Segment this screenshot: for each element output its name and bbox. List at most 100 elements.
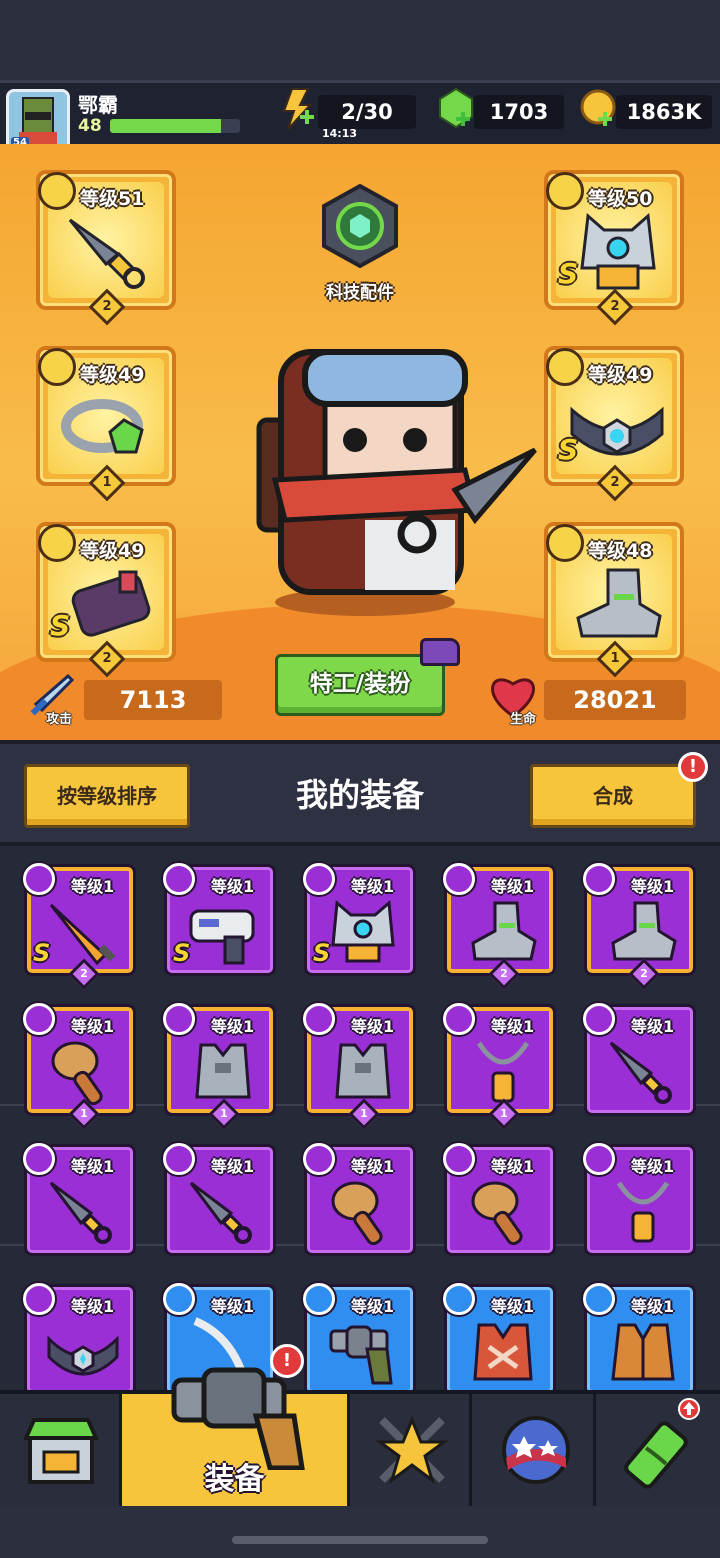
boots-type-icon	[546, 524, 584, 562]
attack-label: 攻击	[46, 712, 73, 727]
equipment-card[interactable]: 等级1	[23, 1143, 136, 1256]
hero-character	[256, 349, 537, 616]
equipment-card[interactable]: 等级1	[23, 1283, 136, 1390]
rarity-s-badge: S	[33, 939, 51, 967]
energy-timer: 14:13	[322, 127, 358, 140]
equipment-card[interactable]: 等级1	[583, 1143, 696, 1256]
slot-level: 等级51	[80, 188, 145, 210]
equipment-card[interactable]: 等级1 1	[163, 1003, 276, 1130]
item-type-icon	[23, 863, 55, 895]
item-type-icon	[23, 1143, 55, 1175]
coin-counter: 1863K	[616, 95, 712, 129]
rarity-s-badge: S	[558, 257, 579, 290]
equipment-card[interactable]: 等级1 1	[443, 1003, 556, 1130]
nav-lab[interactable]	[598, 1394, 720, 1506]
item-level: 等级1	[631, 1017, 675, 1036]
slot-belt[interactable]: 等级49 S 2	[544, 346, 684, 502]
slot-boots[interactable]: 等级48 1	[544, 522, 684, 678]
panel-title: 我的装备	[295, 776, 424, 814]
equipment-panel-header: 按等级排序 我的装备 合成 !	[0, 740, 720, 846]
star-swords-icon	[375, 1416, 449, 1484]
slot-level: 等级49	[80, 540, 145, 562]
item-type-icon	[163, 863, 195, 895]
kunai-icon	[49, 1181, 112, 1244]
drumstick-icon	[471, 1181, 523, 1246]
equipment-card[interactable]: 等级1	[303, 1283, 416, 1390]
equipment-card[interactable]: 等级1	[583, 1003, 696, 1116]
belt-type-icon	[546, 348, 584, 386]
xp-bar	[110, 119, 240, 133]
tech-part-icon[interactable]	[318, 184, 402, 268]
robot-armor-icon	[331, 899, 395, 963]
slot-level: 等级48	[588, 540, 653, 562]
item-level: 等级1	[351, 1157, 395, 1176]
item-count: 2	[80, 967, 88, 980]
item-type-icon	[23, 1003, 55, 1035]
equipment-card[interactable]: 等级1 2	[583, 863, 696, 990]
coin-add-icon[interactable]	[578, 87, 618, 131]
equipment-card[interactable]: 等级1	[443, 1143, 556, 1256]
amulet-icon	[616, 1181, 670, 1243]
hat-icon	[420, 638, 460, 666]
slot-armor[interactable]: 等级50 S 2	[544, 170, 684, 326]
item-level: 等级1	[491, 1157, 535, 1176]
equipment-card[interactable]: 等级1	[163, 1143, 276, 1256]
rarity-s-badge: S	[50, 609, 71, 642]
slot-count: 2	[610, 299, 620, 314]
sort-by-level-button[interactable]: 按等级排序	[24, 764, 190, 828]
item-level: 等级1	[211, 1297, 255, 1316]
energy-add-icon[interactable]	[278, 87, 318, 131]
equipment-card[interactable]: 等级1 S 2	[23, 863, 136, 990]
item-level: 等级1	[71, 1297, 115, 1316]
nav-equipment-label: 装备	[204, 1462, 265, 1497]
item-level: 等级1	[631, 1157, 675, 1176]
xp-fill	[110, 119, 221, 133]
item-type-icon	[443, 863, 475, 895]
drumstick-icon	[331, 1181, 383, 1246]
nav-heroes[interactable]	[350, 1394, 472, 1506]
dna-vial-icon	[624, 1421, 688, 1489]
item-type-icon	[163, 1283, 195, 1315]
item-level: 等级1	[211, 1157, 255, 1176]
item-level: 等级1	[491, 1017, 535, 1036]
equipment-card[interactable]: 等级1 S	[303, 863, 416, 976]
equipment-card[interactable]: 等级1 1	[23, 1003, 136, 1130]
equipment-card[interactable]: 等级1	[303, 1143, 416, 1256]
item-type-icon	[443, 1283, 475, 1315]
equipment-card[interactable]: 等级1	[443, 1283, 556, 1390]
merge-button[interactable]: 合成	[530, 764, 696, 828]
slot-ring[interactable]: 等级49 1	[36, 346, 176, 502]
equipment-card[interactable]: 等级1	[583, 1283, 696, 1390]
kunai-icon	[68, 218, 145, 289]
player-name: 鄂霸	[78, 93, 118, 117]
nav-shop[interactable]	[0, 1394, 122, 1506]
equipment-card[interactable]: 等级1 2	[443, 863, 556, 990]
necklace-type-icon	[38, 348, 76, 386]
item-level: 等级1	[351, 877, 395, 896]
player-level: 48	[78, 116, 102, 136]
gem-add-icon[interactable]	[436, 87, 476, 131]
item-type-icon	[443, 1143, 475, 1175]
item-type-icon	[303, 863, 335, 895]
gem-counter: 1703	[474, 95, 564, 129]
equipment-card[interactable]: 等级1 1	[303, 1003, 416, 1130]
kunai-icon	[609, 1041, 672, 1104]
slot-gloves[interactable]: 等级49 S 2	[36, 522, 176, 678]
slot-weapon[interactable]: 等级51 2	[36, 170, 176, 326]
merge-alert-icon: !	[678, 752, 708, 782]
gauntlet-icon	[71, 570, 151, 637]
weapon-type-icon	[38, 172, 76, 210]
item-type-icon	[583, 1283, 615, 1315]
item-type-icon	[163, 1143, 195, 1175]
ring-icon	[61, 399, 144, 454]
equipment-card[interactable]: 等级1 S	[163, 863, 276, 976]
equipment-alert-icon: !	[270, 1344, 304, 1378]
slot-level: 等级49	[80, 364, 145, 386]
shop-icon	[24, 1418, 98, 1484]
nav-equipment[interactable]: ! 装备	[122, 1344, 350, 1506]
nav-challenge[interactable]	[474, 1394, 596, 1506]
jacket-icon	[611, 1323, 675, 1381]
item-count: 1	[500, 1107, 508, 1120]
item-level: 等级1	[631, 1297, 675, 1316]
home-indicator[interactable]	[232, 1536, 488, 1544]
